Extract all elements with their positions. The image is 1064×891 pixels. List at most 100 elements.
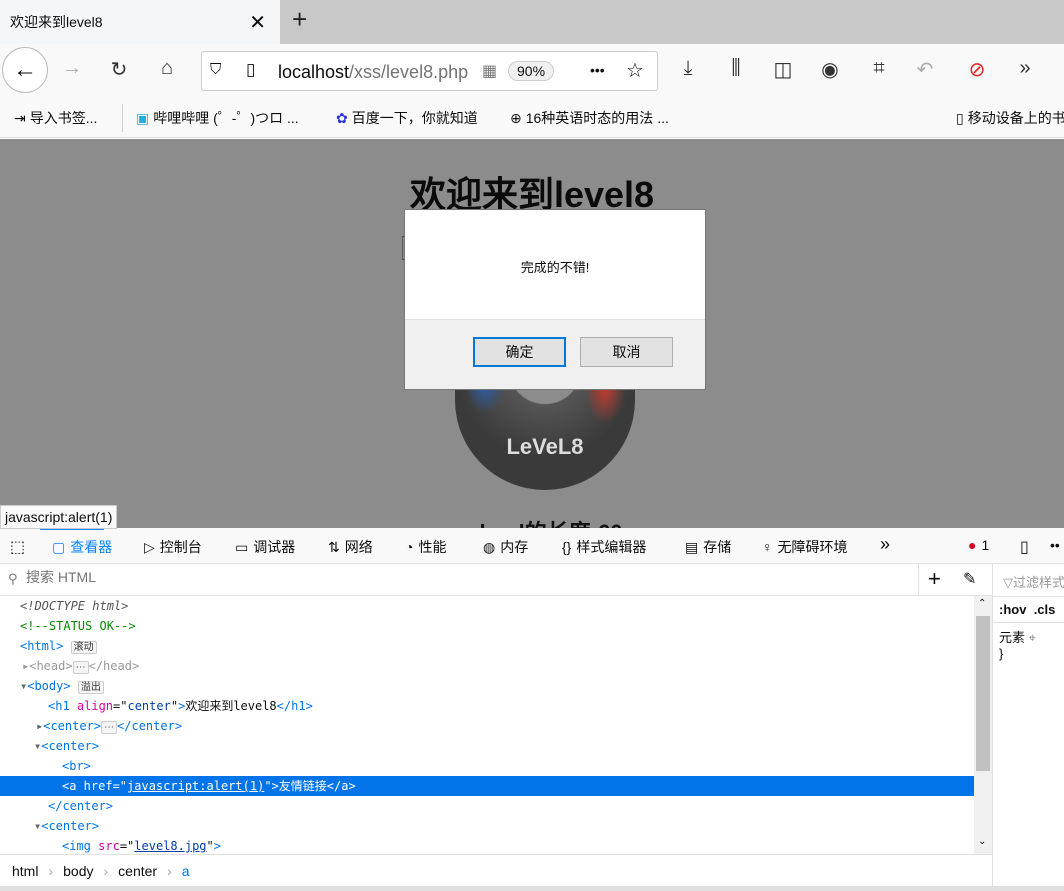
payload-length-text: payload的长度:60 (0, 515, 1064, 528)
tab-storage[interactable]: ▤ 存储 (685, 537, 731, 557)
br-node[interactable]: <br> (0, 756, 974, 776)
reload-button[interactable]: ↻ (104, 57, 134, 82)
node-highlight-icon[interactable]: ⌖ (1029, 630, 1036, 645)
chevron-right-icon: › (103, 862, 109, 879)
doctype-node[interactable]: <!DOCTYPE html> (0, 596, 974, 616)
network-icon: ⇅ (328, 538, 340, 555)
url-text[interactable]: localhost/xss/level8.php (278, 62, 468, 83)
memory-icon: ◍ (483, 538, 496, 555)
new-tab-button[interactable]: + (292, 4, 307, 35)
element-picker-icon[interactable]: ⬚ (10, 537, 25, 557)
scroll-badge[interactable]: 滚动 (70, 641, 97, 654)
breadcrumb-body[interactable]: body (63, 863, 93, 879)
center-node[interactable]: ▾<center> (0, 816, 974, 836)
zoom-level-button[interactable]: 90% (508, 61, 555, 81)
expand-arrow-icon[interactable]: ▸ (22, 659, 29, 673)
filter-styles[interactable]: ▽过滤样式 (1003, 572, 1064, 591)
comment-node[interactable]: <!--STATUS OK--> (0, 616, 974, 636)
mobile-icon: ▯ (956, 109, 964, 126)
bookmark-label: 导入书签... (29, 110, 98, 126)
html-node[interactable]: <html> 滚动 (0, 636, 974, 656)
tab-accessibility[interactable]: ♀ 无障碍环境 (762, 537, 848, 557)
img-node[interactable]: <img src="level8.jpg"> (0, 836, 974, 854)
overflow-badge[interactable]: 溢出 (77, 681, 104, 694)
library-icon[interactable]: ⫼ (721, 57, 751, 80)
console-icon: ▷ (144, 538, 155, 555)
qr-code-icon[interactable]: ▦ (482, 61, 497, 81)
scroll-down-icon[interactable]: ⌄ (978, 836, 986, 847)
element-selector: 元素 (999, 630, 1026, 645)
tab-console[interactable]: ▷ 控制台 (144, 537, 202, 557)
markup-tree: <!DOCTYPE html> <!--STATUS OK--> <html> … (0, 596, 974, 854)
filter-placeholder: 过滤样式 (1013, 575, 1064, 590)
search-html-input[interactable] (26, 569, 906, 585)
eyedropper-icon[interactable]: ✎ (963, 569, 976, 589)
divider (122, 104, 123, 132)
download-icon[interactable]: ⤓ (673, 57, 703, 80)
devtools-panel: ⬚ ▢ 查看器 ▷ 控制台 ▭ 调试器 ⇅ 网络 ◔ 性能 ◍ 内存 {} 样式编辑器 ▤ 存储… (0, 528, 1064, 891)
bookmark-star-icon[interactable]: ☆ (626, 58, 644, 83)
page-actions-button[interactable]: ••• (590, 62, 605, 78)
center-close-node[interactable]: </center> (0, 796, 974, 816)
bookmark-mobile[interactable]: ▯移动设备上的书签 (956, 108, 1064, 128)
divider (993, 622, 1064, 623)
screenshot-crop-icon[interactable]: ⌗ (864, 57, 894, 80)
bookmark-english-tenses[interactable]: ⊕ 16种英语时态的用法 ... (510, 108, 669, 128)
more-tabs-icon[interactable]: » (880, 534, 890, 555)
scroll-up-icon[interactable]: ⌃ (978, 598, 986, 609)
divider (993, 596, 1064, 597)
hov-button[interactable]: :hov (999, 602, 1026, 617)
markup-scrollbar[interactable]: ⌃ ⌄ (974, 596, 992, 854)
body-node[interactable]: ▾<body> 溢出 (0, 676, 974, 696)
undo-icon[interactable]: ↶ (910, 57, 940, 82)
a-node-selected[interactable]: <a href="javascript:alert(1)">友情链接</a> (0, 776, 974, 796)
sidebar-icon[interactable]: ◫ (768, 57, 798, 82)
close-tab-icon[interactable]: ✕ (249, 10, 266, 35)
tab-label: 性能 (418, 539, 447, 555)
overflow-menu-icon[interactable]: » (1010, 57, 1040, 80)
bookmark-import[interactable]: ⇥ 导入书签... (14, 108, 97, 128)
img-src-value[interactable]: level8.jpg (134, 839, 206, 853)
tab-performance[interactable]: ◔ 性能 (405, 537, 446, 557)
tab-memory[interactable]: ◍ 内存 (483, 537, 528, 557)
tab-title: 欢迎来到level8 (10, 14, 103, 30)
tab-style-editor[interactable]: {} 样式编辑器 (562, 537, 646, 557)
center-node-collapsed[interactable]: ▸<center> ⋯ </center> (0, 716, 974, 736)
link-status-tooltip: javascript:alert(1) (0, 505, 118, 529)
home-button[interactable]: ⌂ (152, 57, 182, 80)
element-rule: 元素 ⌖ (999, 627, 1036, 646)
tab-active[interactable]: 欢迎来到level8 ✕ (0, 0, 280, 44)
extension-blocked-icon[interactable]: ⊘ (962, 57, 992, 82)
tab-inspector[interactable]: ▢ 查看器 (52, 537, 112, 557)
shield-icon[interactable]: ⛉ (210, 61, 221, 78)
bookmark-baidu[interactable]: ✿ 百度一下，你就知道 (336, 108, 478, 128)
tab-label: 内存 (500, 539, 529, 555)
cls-button[interactable]: .cls (1034, 602, 1056, 617)
tab-debugger[interactable]: ▭ 调试器 (235, 537, 295, 557)
cancel-button[interactable]: 取消 (580, 337, 673, 367)
tab-network[interactable]: ⇅ 网络 (328, 537, 373, 557)
chevron-right-icon: › (48, 862, 54, 879)
breadcrumb-html[interactable]: html (12, 863, 38, 879)
bookmark-bilibili[interactable]: ▣ 哔哩哔哩 (゜-゜)つロ ... (136, 108, 299, 128)
responsive-mode-icon[interactable]: ▯ (1020, 537, 1029, 557)
account-icon[interactable]: ◉ (815, 57, 845, 82)
error-count[interactable]: ● 1 (968, 537, 989, 553)
tab-label: 无障碍环境 (777, 539, 848, 555)
bookmarks-toolbar: ⇥ 导入书签... ▣ 哔哩哔哩 (゜-゜)つロ ... ✿ 百度一下，你就知道 ⊕ 1… (0, 100, 1064, 138)
h1-node[interactable]: <h1 align="center">欢迎来到level8</h1> (0, 696, 974, 716)
breadcrumb-a[interactable]: a (182, 863, 190, 879)
devtools-menu-icon[interactable]: •• (1050, 537, 1060, 553)
breadcrumb-center[interactable]: center (118, 863, 157, 879)
breadcrumb: html › body › center › a (0, 854, 992, 886)
back-button[interactable]: ← (2, 47, 48, 93)
scrollbar-thumb[interactable] (976, 616, 990, 771)
url-bar[interactable]: ⛉ ▯ localhost/xss/level8.php ▦ 90% ••• ☆ (201, 51, 658, 91)
forward-button[interactable]: → (57, 57, 87, 80)
center-node[interactable]: ▾<center> (0, 736, 974, 756)
page-icon[interactable]: ▯ (246, 60, 255, 80)
href-value[interactable]: javascript:alert(1) (127, 779, 264, 793)
head-node[interactable]: ▸<head> ⋯ </head> (0, 656, 974, 676)
add-node-icon[interactable]: + (928, 566, 941, 592)
ok-button[interactable]: 确定 (473, 337, 566, 367)
